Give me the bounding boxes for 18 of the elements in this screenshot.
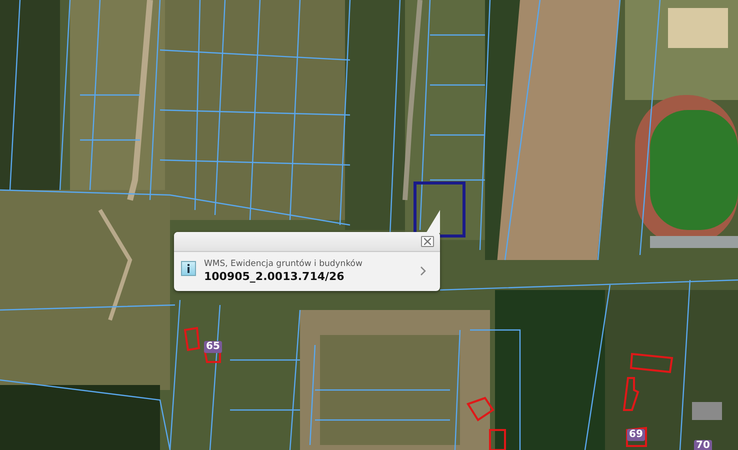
close-button[interactable] [421,236,434,247]
selected-parcel-outline [414,182,466,238]
parcel-id: 100905_2.0013.714/26 [204,270,346,283]
chevron-right-icon[interactable] [420,266,426,276]
building-outline [630,352,674,374]
address-number-label: 65 [204,341,222,353]
info-icon [181,261,196,276]
address-number-label: 69 [627,429,645,441]
building-outline [466,396,494,422]
address-number-label: 70 [694,440,712,450]
close-icon [424,238,431,245]
building-outline [204,351,221,363]
building-outline [626,426,647,447]
building-outline [184,326,200,352]
building-outline [622,377,640,411]
building-outline [489,429,506,450]
popup-pointer [426,210,440,233]
layer-name: WMS, Ewidencja gruntów i budynków [204,259,364,270]
